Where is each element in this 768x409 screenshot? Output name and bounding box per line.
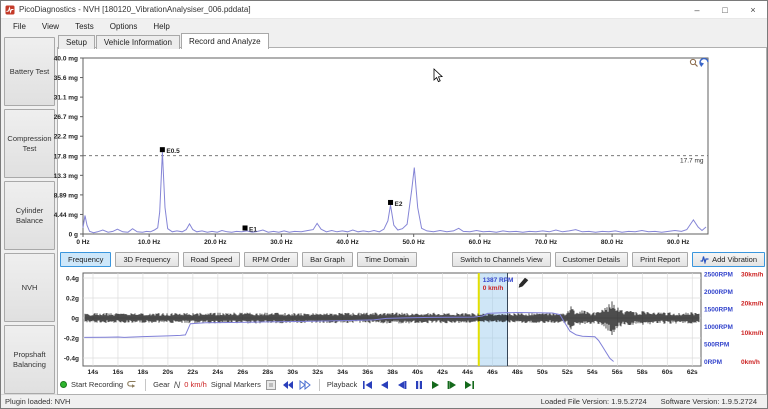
bar-graph-view-button[interactable]: Bar Graph xyxy=(302,252,353,267)
tab-record-and-analyze[interactable]: Record and Analyze xyxy=(181,33,269,49)
menu-file[interactable]: File xyxy=(5,19,34,34)
rpm-order-view-button[interactable]: RPM Order xyxy=(244,252,298,267)
app-icon xyxy=(5,5,15,15)
sidebar-item-cylinder-balance[interactable]: Cylinder Balance xyxy=(4,181,55,250)
playback-step-forward-button[interactable] xyxy=(446,378,459,391)
switch-to-channels-view-button[interactable]: Switch to Channels View xyxy=(452,252,550,267)
playback-skip-start-button[interactable] xyxy=(361,378,374,391)
3d-frequency-view-button[interactable]: 3D Frequency xyxy=(115,252,178,267)
playback-play-button[interactable] xyxy=(429,378,442,391)
customer-details-button[interactable]: Customer Details xyxy=(555,252,629,267)
speed-readout: 0 km/h xyxy=(184,380,207,389)
playback-step-back-button[interactable] xyxy=(395,378,408,391)
sidebar-label: Battery Test xyxy=(10,67,49,76)
gear-indicator: N xyxy=(174,380,181,390)
start-recording-button[interactable]: Start Recording xyxy=(71,380,123,389)
gear-label: Gear xyxy=(153,380,170,389)
playback-skip-end-button[interactable] xyxy=(463,378,476,391)
sidebar-item-battery-test[interactable]: Battery Test xyxy=(4,37,55,106)
separator xyxy=(319,379,320,391)
software-version: Software Version: 1.9.5.2724 xyxy=(661,397,757,406)
road-speed-view-button[interactable]: Road Speed xyxy=(183,252,241,267)
status-bar: Plugin loaded: NVH Loaded File Version: … xyxy=(1,394,767,408)
record-dot-icon xyxy=(60,381,67,388)
loop-arrow-icon[interactable] xyxy=(127,379,138,390)
marker-add-button[interactable] xyxy=(265,378,278,391)
add-vibration-button[interactable]: Add Vibration xyxy=(692,252,765,267)
loaded-file-version: Loaded File Version: 1.9.5.2724 xyxy=(541,397,647,406)
plugin-status: Plugin loaded: NVH xyxy=(1,397,70,406)
playback-reverse-button[interactable] xyxy=(378,378,391,391)
sidebar-label: NVH xyxy=(22,283,38,292)
transport-bar: Start Recording Gear N 0 km/h Signal Mar… xyxy=(60,376,765,393)
app-window: PicoDiagnostics - NVH [180120_VibrationA… xyxy=(0,0,768,409)
time-domain-view-button[interactable]: Time Domain xyxy=(357,252,417,267)
tab-vehicle-information[interactable]: Vehicle Information xyxy=(96,35,180,49)
add-vibration-label: Add Vibration xyxy=(712,255,757,264)
sidebar-item-compression-test[interactable]: Compression Test xyxy=(4,109,55,178)
add-vibration-icon xyxy=(700,255,709,264)
sidebar-label: Cylinder Balance xyxy=(7,206,52,225)
signal-markers-label: Signal Markers xyxy=(211,380,261,389)
sidebar-item-nvh[interactable]: NVH xyxy=(4,253,55,322)
title-bar: PicoDiagnostics - NVH [180120_VibrationA… xyxy=(1,1,767,19)
frequency-view-button[interactable]: Frequency xyxy=(60,252,111,267)
tab-strip: Setup Vehicle Information Record and Ana… xyxy=(58,32,270,49)
playback-label: Playback xyxy=(327,380,357,389)
separator xyxy=(145,379,146,391)
sidebar-item-propshaft-balancing[interactable]: Propshaft Balancing xyxy=(4,325,55,394)
next-marker-button[interactable] xyxy=(299,378,312,391)
playback-pause-button[interactable] xyxy=(412,378,425,391)
minimize-icon[interactable]: – xyxy=(683,1,711,19)
previous-marker-button[interactable] xyxy=(282,378,295,391)
window-title: PicoDiagnostics - NVH [180120_VibrationA… xyxy=(19,5,251,14)
maximize-icon[interactable]: □ xyxy=(711,1,739,19)
tab-setup[interactable]: Setup xyxy=(58,35,95,49)
print-report-button[interactable]: Print Report xyxy=(632,252,688,267)
main-panel xyxy=(57,47,767,395)
close-icon[interactable]: × xyxy=(739,1,767,19)
view-bar: Frequency 3D Frequency Road Speed RPM Or… xyxy=(60,251,765,268)
sidebar-label: Compression Test xyxy=(7,134,52,153)
sidebar-label: Propshaft Balancing xyxy=(7,350,52,369)
